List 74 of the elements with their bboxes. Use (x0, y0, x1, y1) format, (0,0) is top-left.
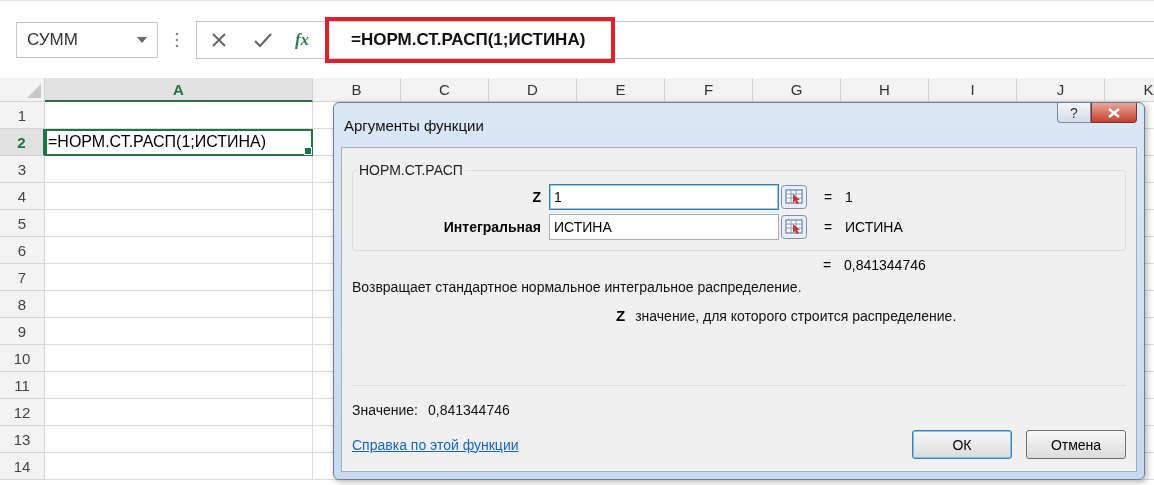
grid-cell[interactable] (45, 453, 313, 480)
insert-function-button[interactable]: fx (285, 29, 319, 50)
range-select-icon[interactable] (781, 215, 807, 239)
equals-sign: = (822, 257, 832, 273)
ok-button[interactable]: ОК (912, 430, 1012, 459)
row-header[interactable]: 14 (0, 453, 45, 480)
grid-cell[interactable] (45, 210, 313, 237)
row-header[interactable]: 3 (0, 156, 45, 183)
equals-sign: = (823, 219, 833, 235)
formula-result: 0,841344746 (844, 257, 927, 273)
grid-cell[interactable] (45, 372, 313, 399)
row-header[interactable]: 11 (0, 372, 45, 399)
cancel-button[interactable]: Отмена (1026, 430, 1126, 459)
column-header[interactable]: B (313, 78, 401, 102)
fill-handle[interactable] (304, 147, 312, 155)
grip-icon (174, 30, 180, 49)
row-header[interactable]: 9 (0, 318, 45, 345)
help-link[interactable]: Справка по этой функции (352, 436, 519, 453)
active-cell[interactable]: =НОРМ.СТ.РАСП(1;ИСТИНА) (45, 129, 313, 156)
column-header[interactable]: G (753, 78, 841, 102)
row-header[interactable]: 1 (0, 102, 45, 129)
row-header[interactable]: 13 (0, 426, 45, 453)
row-header[interactable]: 5 (0, 210, 45, 237)
row-header[interactable]: 8 (0, 291, 45, 318)
column-header[interactable]: C (401, 78, 489, 102)
column-header[interactable]: K (1105, 78, 1154, 102)
grid-cell[interactable] (45, 318, 313, 345)
row-header[interactable]: 12 (0, 399, 45, 426)
argument-result: ИСТИНА (845, 219, 904, 235)
column-header[interactable]: A (45, 78, 313, 102)
row-header[interactable]: 7 (0, 264, 45, 291)
function-description: Возвращает стандартное нормальное интегральное распределение. (352, 279, 803, 295)
dropdown-icon (137, 36, 147, 43)
name-box[interactable]: СУММ (16, 21, 158, 58)
argument-field[interactable]: ИСТИНА (549, 214, 779, 240)
check-icon[interactable] (254, 31, 272, 48)
argument-label: Интегральная (443, 219, 542, 235)
row-header[interactable]: 10 (0, 345, 45, 372)
corner-triangle-icon (27, 84, 41, 98)
column-header[interactable]: I (929, 78, 1017, 102)
grid-cell[interactable] (45, 237, 313, 264)
select-all-corner[interactable] (0, 78, 45, 102)
column-header[interactable]: J (1017, 78, 1105, 102)
value-text: 0,841344746 (428, 402, 510, 418)
grid-cell[interactable] (45, 102, 313, 129)
column-header[interactable]: F (665, 78, 753, 102)
grid-cell[interactable] (45, 345, 313, 372)
row-header[interactable]: 6 (0, 237, 45, 264)
close-icon (1108, 107, 1120, 118)
row-header[interactable]: 2 (0, 129, 45, 156)
argument-label: Z (532, 189, 542, 205)
argument-field[interactable]: 1 (549, 184, 779, 210)
grid-cell[interactable] (45, 291, 313, 318)
close-button[interactable] (1091, 103, 1137, 123)
help-button[interactable]: ? (1057, 103, 1091, 123)
argument-result: 1 (845, 189, 854, 205)
grid-cell[interactable] (45, 156, 313, 183)
dialog-title: Аргументы функции (343, 116, 484, 134)
formula-field[interactable]: =НОРМ.СТ.РАСП(1;ИСТИНА) (325, 16, 616, 63)
grid-cell[interactable] (45, 399, 313, 426)
column-header[interactable]: D (489, 78, 577, 102)
column-header[interactable]: H (841, 78, 929, 102)
row-header[interactable]: 4 (0, 183, 45, 210)
value-label: Значение: (352, 402, 418, 418)
grid-cell[interactable] (45, 183, 313, 210)
function-name: НОРМ.СТ.РАСП (358, 162, 464, 178)
column-header[interactable]: E (577, 78, 665, 102)
equals-sign: = (823, 189, 833, 205)
grid-cell[interactable] (45, 426, 313, 453)
argument-name: Z (616, 307, 626, 324)
argument-description: значение, для которого строится распределение. (635, 308, 957, 324)
range-select-icon[interactable] (781, 185, 807, 209)
grid-cell[interactable] (45, 264, 313, 291)
cancel-icon[interactable] (211, 31, 227, 48)
